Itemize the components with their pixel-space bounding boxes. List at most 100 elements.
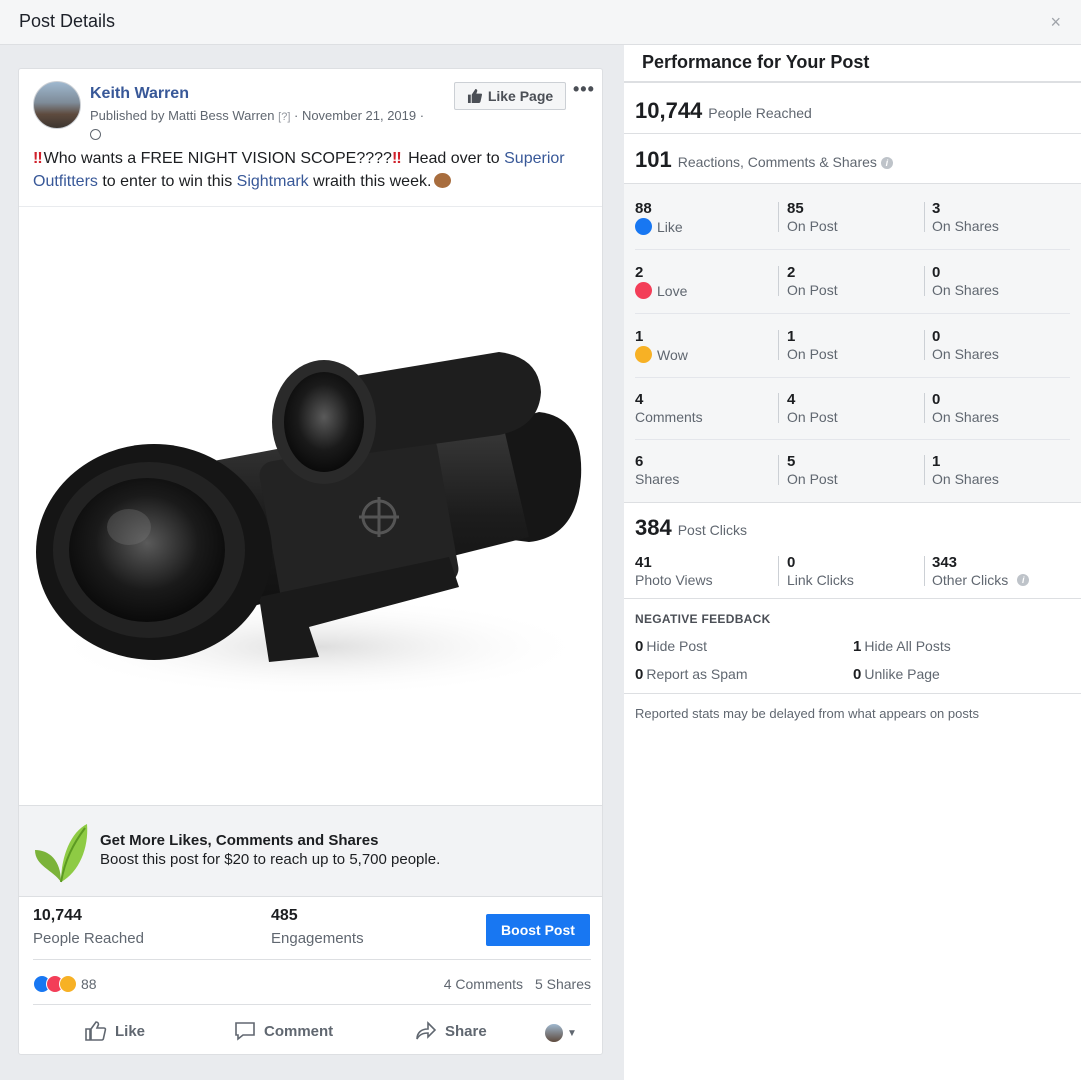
divider — [778, 455, 779, 485]
comments-on-shares-value: 0 — [932, 391, 941, 408]
close-icon[interactable]: × — [1050, 12, 1061, 33]
boost-promo-subtitle: Boost this post for $20 to reach up to 5… — [100, 851, 441, 868]
divider — [924, 556, 925, 586]
comments-on-post-value: 4 — [787, 391, 796, 408]
love-on-shares-value: 0 — [932, 264, 941, 281]
like-count: 88 — [635, 200, 652, 217]
comments-shares-summary: 4 Comments 5 Shares — [436, 976, 591, 992]
engagements-label: Engagements — [271, 930, 364, 947]
engagements-value: 485 — [271, 907, 298, 924]
shares-label: Shares — [635, 471, 680, 487]
love-on-post-value: 2 — [787, 264, 796, 281]
author-avatar[interactable] — [33, 81, 81, 129]
love-label: Love — [657, 282, 688, 299]
comments-on-shares-label: On Shares — [932, 409, 999, 425]
comments-on-post-label: On Post — [787, 409, 838, 425]
wow-reaction-icon — [635, 346, 652, 363]
info-icon[interactable]: i — [1017, 574, 1030, 586]
share-icon — [416, 1021, 437, 1040]
comments-label: Comments — [635, 409, 703, 425]
leaf-icon — [35, 824, 88, 883]
shares-on-post-label: On Post — [787, 471, 838, 487]
boost-post-button[interactable]: Boost Post — [486, 914, 590, 946]
info-icon[interactable]: i — [880, 157, 893, 169]
like-action-label: Like — [115, 1022, 146, 1040]
wow-label: Wow — [657, 346, 688, 363]
boost-promo-title: Get More Likes, Comments and Shares — [100, 832, 379, 849]
panel-engagement-label: Reactions, Comments & Shares — [677, 154, 877, 170]
author-name[interactable]: Keith Warren — [90, 85, 189, 103]
like-on-shares-value: 3 — [932, 200, 941, 217]
double-exclamation-icon: ‼ — [391, 150, 402, 167]
love-reaction-icon — [635, 282, 652, 299]
more-options-icon[interactable]: ••• — [573, 79, 595, 100]
report-spam-value: 0 — [635, 666, 644, 683]
divider — [635, 377, 1070, 378]
comments-count-value: 4 — [635, 391, 644, 408]
people-reached-value: 10,744 — [33, 907, 82, 924]
hide-all-posts-value: 1 — [853, 638, 862, 655]
divider — [635, 313, 1070, 314]
photo-views-label: Photo Views — [635, 572, 713, 588]
divider — [924, 393, 925, 423]
photo-views-value: 41 — [635, 554, 652, 571]
divider — [778, 330, 779, 360]
bear-emoji-icon — [434, 173, 452, 188]
shares-on-shares-label: On Shares — [932, 471, 999, 487]
share-action-label: Share — [445, 1022, 487, 1040]
like-page-button[interactable]: Like Page — [454, 82, 566, 110]
link-sightmark[interactable]: Sightmark — [237, 173, 309, 190]
shares-on-post-value: 5 — [787, 453, 796, 470]
wow-reaction-icon[interactable] — [59, 975, 77, 993]
hide-post-stat: 0 Hide Post — [635, 638, 707, 655]
performance-header: Performance for Your Post — [624, 45, 1081, 83]
thumbs-up-icon — [85, 1021, 107, 1041]
post-text-part: wraith this week. — [313, 173, 432, 190]
divider — [635, 249, 1070, 250]
unlike-page-value: 0 — [853, 666, 862, 683]
like-action-button[interactable]: Like — [85, 1021, 145, 1041]
stats-footnote: Reported stats may be delayed from what … — [635, 706, 979, 721]
divider — [778, 556, 779, 586]
like-on-post-value: 85 — [787, 200, 804, 217]
like-reaction-icon — [635, 218, 652, 235]
divider — [778, 393, 779, 423]
post-as-selector[interactable]: ▼ — [545, 1024, 577, 1042]
divider — [624, 693, 1081, 694]
panel-reached-label: People Reached — [708, 105, 812, 121]
divider — [924, 330, 925, 360]
share-action-button[interactable]: Share — [415, 1021, 487, 1041]
comments-count[interactable]: 4 Comments — [444, 976, 523, 992]
link-clicks-label: Link Clicks — [787, 572, 854, 588]
post-date[interactable]: November 21, 2019 — [302, 108, 416, 123]
publisher-name[interactable]: Matti Bess Warren — [168, 108, 274, 123]
hide-all-posts-label: Hide All Posts — [864, 638, 951, 654]
panel-reached-value: 10,744 — [635, 98, 703, 123]
reactions-count[interactable]: 88 — [81, 976, 97, 992]
comment-action-button[interactable]: Comment — [234, 1021, 333, 1041]
like-page-label: Like Page — [487, 88, 554, 104]
divider — [624, 502, 1081, 503]
divider — [624, 133, 1081, 134]
help-marker[interactable]: [?] — [278, 111, 290, 123]
shares-count[interactable]: 5 Shares — [535, 976, 591, 992]
comment-icon — [235, 1022, 255, 1041]
hide-post-label: Hide Post — [646, 638, 708, 654]
post-image[interactable] — [19, 206, 602, 790]
reactions-summary: 88 4 Comments 5 Shares — [33, 959, 591, 1005]
wow-on-shares-value: 0 — [932, 328, 941, 345]
unlike-page-label: Unlike Page — [864, 666, 940, 682]
divider — [624, 598, 1081, 599]
divider — [778, 266, 779, 296]
boost-promo: Get More Likes, Comments and Shares Boos… — [19, 805, 602, 897]
hide-post-value: 0 — [635, 638, 644, 655]
love-count: 2 — [635, 264, 644, 281]
dialog-title: Post Details — [19, 11, 116, 31]
post-text: ‼ Who wants a FREE NIGHT VISION SCOPE????… — [33, 147, 593, 193]
love-on-post-label: On Post — [787, 282, 838, 298]
like-label: Like — [657, 218, 683, 235]
panel-reached: 10,744 People Reached — [635, 98, 812, 124]
wow-count: 1 — [635, 328, 644, 345]
divider — [924, 266, 925, 296]
shares-on-shares-value: 1 — [932, 453, 941, 470]
